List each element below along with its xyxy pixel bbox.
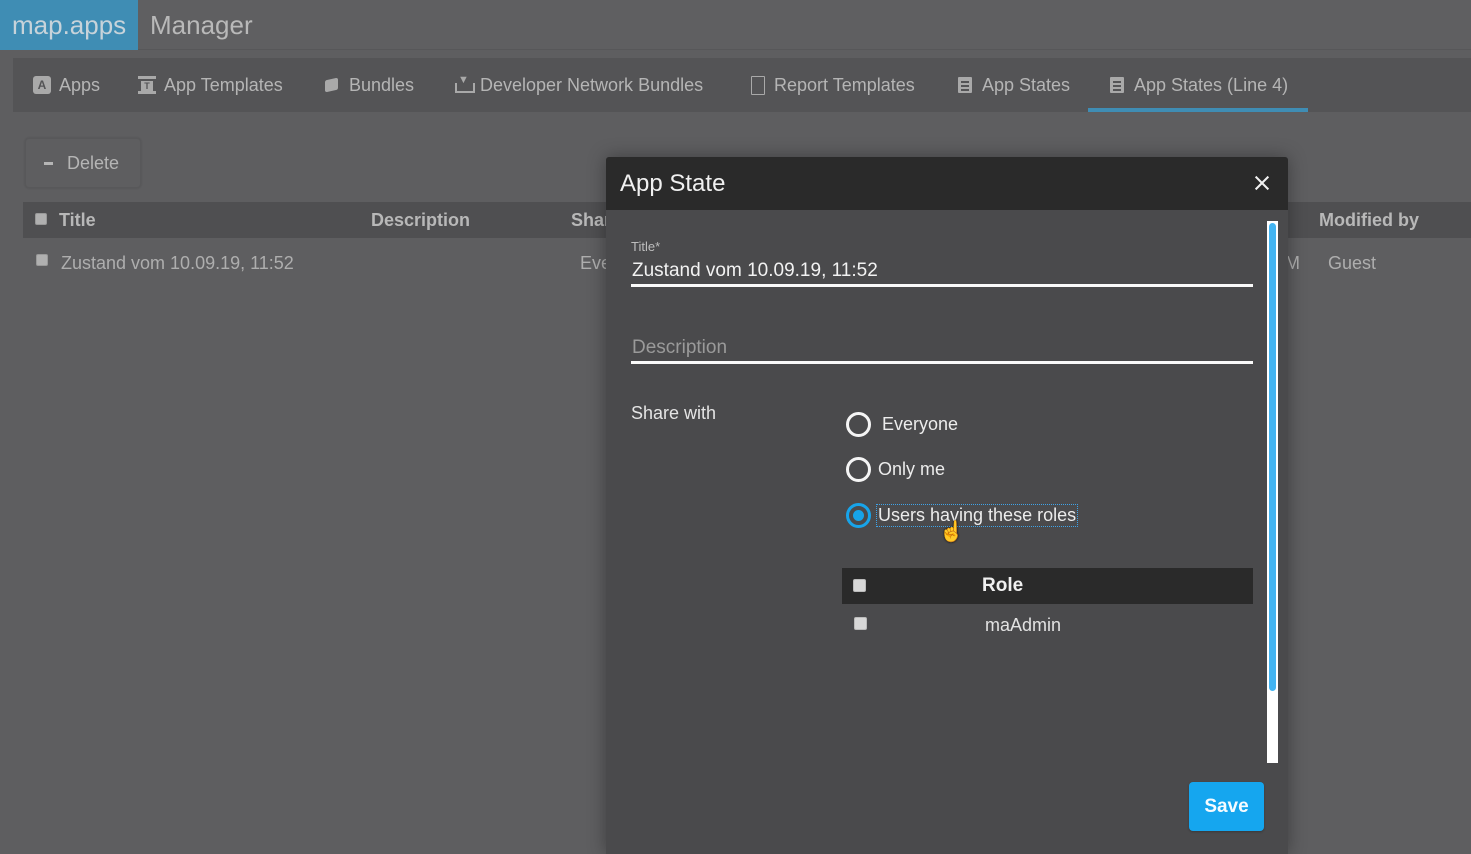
radio-button-checked[interactable]: [846, 503, 871, 528]
share-with-label: Share with: [631, 403, 717, 423]
cell-title: Zustand vom 10.09.19, 11:52: [61, 253, 294, 273]
brand-logo[interactable]: map.apps: [0, 0, 138, 50]
share-option-everyone[interactable]: Everyone: [846, 412, 958, 437]
radio-button[interactable]: [846, 412, 871, 437]
dialog-title: App State: [620, 170, 726, 197]
tab-report-templates[interactable]: Report Templates: [748, 58, 915, 112]
dialog-scrollbar[interactable]: [1267, 221, 1278, 763]
radio-label: Only me: [878, 459, 946, 479]
save-button[interactable]: Save: [1189, 782, 1264, 831]
role-checkbox[interactable]: [854, 617, 867, 630]
tab-label: Report Templates: [774, 74, 915, 95]
share-option-users-with-roles[interactable]: Users having these roles: [846, 503, 1079, 528]
radio-label: Users having these roles: [875, 504, 1079, 527]
column-title[interactable]: Title: [59, 202, 96, 238]
close-icon[interactable]: [1252, 173, 1272, 193]
title-field-label: Title*: [631, 239, 661, 254]
select-all-roles-checkbox[interactable]: [853, 579, 866, 592]
title-input[interactable]: [631, 257, 1253, 287]
description-input[interactable]: [631, 334, 1253, 364]
column-role[interactable]: Role: [982, 568, 1023, 604]
dialog-titlebar[interactable]: App State: [606, 157, 1288, 210]
row-checkbox[interactable]: [36, 254, 48, 266]
app-subtitle: Manager: [150, 10, 253, 40]
tab-app-states-line-4[interactable]: App States (Line 4): [1087, 58, 1309, 112]
tab-app-states[interactable]: App States: [956, 58, 1070, 112]
download-icon: [454, 74, 475, 94]
role-name: maAdmin: [985, 615, 1062, 635]
roles-table-header: Role: [842, 568, 1253, 604]
select-all-checkbox[interactable]: [35, 213, 47, 225]
tab-app-templates[interactable]: App Templates: [138, 58, 283, 112]
scrollbar-thumb[interactable]: [1269, 223, 1276, 691]
list-icon: [956, 76, 974, 94]
tab-label: App Templates: [164, 74, 283, 95]
radio-label: Everyone: [882, 414, 959, 434]
box-icon: [323, 76, 341, 94]
main-tabs: A Apps App Templates Bundles Developer N…: [13, 58, 1471, 112]
tab-apps[interactable]: A Apps: [33, 58, 100, 112]
tab-label: Developer Network Bundles: [480, 74, 704, 95]
share-option-only-me[interactable]: Only me: [846, 457, 945, 482]
radio-button[interactable]: [846, 457, 871, 482]
tab-label: App States (Line 4): [1134, 74, 1289, 95]
minus-icon: [44, 161, 53, 165]
cell-modified-by: Guest: [1328, 253, 1377, 273]
delete-button[interactable]: Delete: [25, 138, 141, 188]
tab-label: App States: [982, 74, 1071, 95]
app-header: map.apps Manager: [0, 0, 1471, 50]
app-icon: A: [33, 76, 51, 94]
tab-developer-network-bundles[interactable]: Developer Network Bundles: [454, 58, 703, 112]
tab-label: Apps: [59, 74, 101, 95]
template-icon: [138, 76, 156, 94]
role-row[interactable]: maAdmin: [842, 605, 1253, 645]
delete-label: Delete: [67, 152, 120, 173]
column-description[interactable]: Description: [371, 202, 470, 238]
tab-label: Bundles: [349, 74, 415, 95]
app-state-dialog: App State Title* Share with Everyone Onl…: [606, 157, 1288, 854]
column-modified-by[interactable]: Modified by: [1319, 202, 1419, 238]
tab-bundles[interactable]: Bundles: [323, 58, 414, 112]
list-icon: [1108, 76, 1126, 94]
document-icon: [748, 76, 766, 95]
